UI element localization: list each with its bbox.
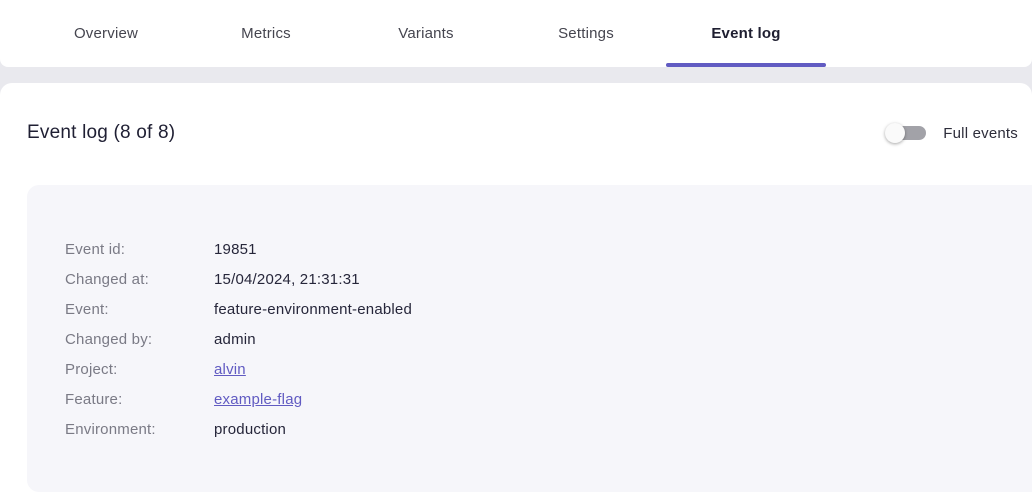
field-label-event-id: Event id: [65,241,214,258]
tab-metrics-label: Metrics [241,25,291,42]
field-value-environment: production [214,421,286,438]
toggle-switch[interactable] [885,120,933,146]
field-label-event: Event: [65,301,214,318]
field-label-feature: Feature: [65,391,214,408]
event-field-row: Environment: production [65,414,1012,444]
field-value-event-id: 19851 [214,241,257,258]
field-label-project: Project: [65,361,214,378]
toggle-knob [885,123,905,143]
feature-link[interactable]: example-flag [214,391,302,408]
event-field-row: Event: feature-environment-enabled [65,294,1012,324]
event-field-row: Feature: example-flag [65,384,1012,414]
feature-tab-bar: Overview Metrics Variants Settings Event… [0,0,1032,67]
event-log-panel: Event log (8 of 8) Full events Event id:… [0,83,1032,502]
tab-event-log-label: Event log [711,25,780,42]
tab-variants[interactable]: Variants [346,0,506,67]
event-field-row: Changed at: 15/04/2024, 21:31:31 [65,264,1012,294]
panel-header: Event log (8 of 8) Full events [0,83,1032,146]
project-link[interactable]: alvin [214,361,246,378]
field-label-environment: Environment: [65,421,214,438]
field-value-changed-by: admin [214,331,256,348]
tab-overview[interactable]: Overview [26,0,186,67]
full-events-toggle[interactable]: Full events [885,120,1018,146]
tab-variants-label: Variants [398,25,454,42]
tab-overview-label: Overview [74,25,138,42]
tab-metrics[interactable]: Metrics [186,0,346,67]
feature-tabs: Overview Metrics Variants Settings Event… [26,0,1032,67]
event-field-row: Event id: 19851 [65,234,1012,264]
event-field-row: Project: alvin [65,354,1012,384]
page-title: Event log (8 of 8) [27,120,175,146]
field-value-changed-at: 15/04/2024, 21:31:31 [214,271,360,288]
full-events-label[interactable]: Full events [943,125,1018,142]
tab-settings-label: Settings [558,25,614,42]
event-card: Event id: 19851 Changed at: 15/04/2024, … [27,185,1032,492]
active-tab-indicator [666,63,826,67]
field-label-changed-by: Changed by: [65,331,214,348]
field-value-event: feature-environment-enabled [214,301,412,318]
field-label-changed-at: Changed at: [65,271,214,288]
event-field-row: Changed by: admin [65,324,1012,354]
tab-event-log[interactable]: Event log [666,0,826,67]
tab-settings[interactable]: Settings [506,0,666,67]
